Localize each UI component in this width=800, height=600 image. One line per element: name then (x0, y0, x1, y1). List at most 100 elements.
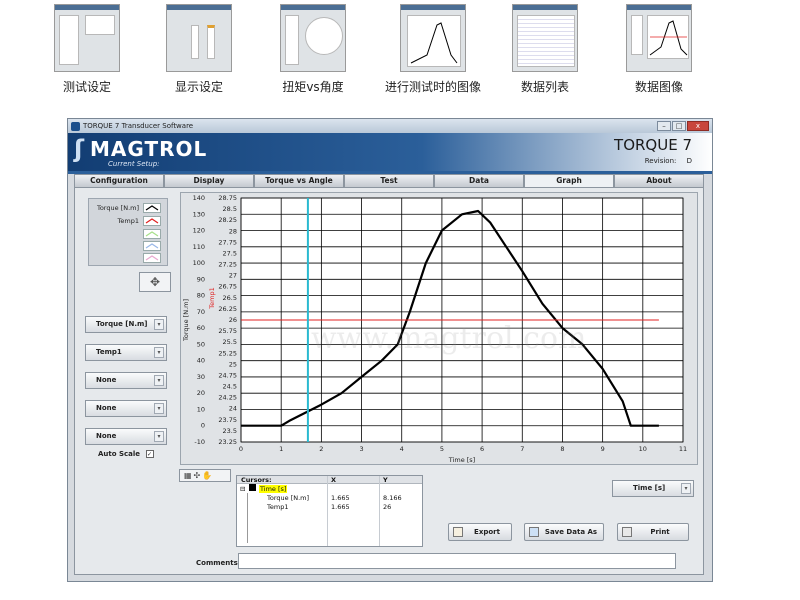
cursor-row[interactable]: Temp1 1.665 26 (237, 502, 422, 511)
tab-data[interactable]: Data (434, 174, 524, 187)
revision-value: D (686, 157, 692, 165)
cursors-header-label: Cursors: (241, 476, 272, 484)
chevron-down-icon[interactable]: ▾ (681, 483, 691, 494)
channel-selector-3[interactable]: None ▾ (85, 372, 167, 389)
tab-about[interactable]: About (614, 174, 704, 187)
plot-tools-palette[interactable]: ▦✣✋ (179, 469, 231, 482)
x-axis-selector[interactable]: Time [s] ▾ (612, 480, 694, 497)
thumbnail-label: 进行测试时的图像 (384, 80, 481, 94)
y-right-tick-label: 24 (229, 405, 237, 413)
x-tick-label: 1 (279, 445, 283, 453)
close-button[interactable]: x (687, 121, 709, 131)
current-setup-label: Current Setup: (108, 160, 160, 168)
y-right-tick-label: 27.5 (223, 249, 237, 257)
chevron-down-icon[interactable]: ▾ (154, 319, 164, 330)
x-axis-selector-value: Time [s] (633, 484, 666, 492)
legend-label: Temp1 (117, 217, 139, 225)
channel-selector-4[interactable]: None ▾ (85, 400, 167, 417)
watermark: www.magtrol.com (311, 321, 586, 356)
cursors-table[interactable]: Cursors: X Y ⊟ Time [s] Torque [N.m] 1.6… (236, 475, 423, 547)
comments-field[interactable] (238, 553, 676, 569)
minimize-button[interactable]: – (657, 121, 671, 131)
y-right-tick-label: 25.75 (218, 327, 237, 335)
cursor-row[interactable]: Torque [N.m] 1.665 8.166 (237, 493, 422, 502)
tab-graph[interactable]: Graph (524, 174, 614, 188)
pan-tool-icon[interactable]: ✥ (139, 272, 171, 292)
tree-connector (247, 493, 248, 543)
channel-selector-1[interactable]: Torque [N.m] ▾ (85, 316, 167, 333)
channel-selector-5[interactable]: None ▾ (85, 428, 167, 445)
maximize-button[interactable]: □ (672, 121, 686, 131)
y-right-tick-label: 28.25 (218, 216, 237, 224)
cursor-row-name: Torque [N.m] (267, 494, 310, 502)
legend-swatch (143, 216, 161, 226)
x-tick-label: 9 (601, 445, 605, 453)
legend-item[interactable] (93, 240, 163, 252)
cursor-group-name: Time [s] (259, 485, 288, 493)
y-left-tick-label: 110 (193, 243, 205, 251)
cursor-row-x: 1.665 (331, 494, 350, 502)
thumbnail-data-list[interactable] (512, 4, 578, 72)
auto-scale-label: Auto Scale (98, 450, 141, 458)
x-tick-label: 10 (639, 445, 647, 453)
x-tick-label: 11 (679, 445, 687, 453)
channel-selector-value: Torque [N.m] (96, 320, 148, 328)
legend-item[interactable] (93, 228, 163, 240)
chevron-down-icon[interactable]: ▾ (154, 431, 164, 442)
y-right-tick-label: 23.75 (218, 416, 237, 424)
channel-selector-value: Temp1 (96, 348, 122, 356)
y-right-tick-label: 24.25 (218, 394, 237, 402)
x-tick-label: 7 (520, 445, 524, 453)
cursor-group-row[interactable]: ⊟ Time [s] (237, 484, 422, 493)
thumbnail-display-setup[interactable] (166, 4, 232, 72)
x-tick-label: 2 (319, 445, 323, 453)
chevron-down-icon[interactable]: ▾ (154, 347, 164, 358)
y-left-tick-label: 40 (197, 357, 205, 365)
save-icon (529, 527, 539, 537)
brand-logo: MAGTROL (90, 137, 208, 161)
tab-configuration[interactable]: Configuration (74, 174, 164, 187)
chevron-down-icon[interactable]: ▾ (154, 375, 164, 386)
legend-item[interactable]: Torque [N.m] (93, 202, 163, 214)
auto-scale-checkbox[interactable]: ✓ (145, 450, 154, 458)
y-right-tick-label: 28.75 (218, 194, 237, 202)
chevron-down-icon[interactable]: ▾ (154, 403, 164, 414)
export-button-label: Export (474, 528, 500, 536)
thumbnail-test-setup[interactable] (54, 4, 120, 72)
cursor-row-name: Temp1 (267, 503, 289, 511)
legend-swatch (143, 253, 161, 263)
cursor-row-x: 1.665 (331, 503, 350, 511)
tab-test[interactable]: Test (344, 174, 434, 187)
save-data-as-button[interactable]: Save Data As (524, 523, 604, 541)
magtrol-logo-icon: ʃ (74, 135, 84, 163)
y-right-tick-label: 26.75 (218, 283, 237, 291)
thumbnail-live-test-graph[interactable] (400, 4, 466, 72)
thumbnail-data-graph[interactable] (626, 4, 692, 72)
tab-bar: Configuration Display Torque vs Angle Te… (74, 174, 704, 188)
channel-selector-2[interactable]: Temp1 ▾ (85, 344, 167, 361)
print-button[interactable]: Print (617, 523, 689, 541)
legend-item[interactable]: Temp1 (93, 215, 163, 227)
y-left-tick-label: 60 (197, 324, 205, 332)
y-right-tick-label: 23.5 (223, 427, 237, 435)
cursors-header-y: Y (383, 476, 388, 484)
torque-temperature-chart[interactable]: 0 1 2 3 4 5 6 7 8 9 10 11 -10 0 10 20 30 40 50 60 70 80 90 100 1… (181, 193, 699, 466)
y-left-tick-label: 90 (197, 275, 205, 283)
thumbnail-torque-vs-angle[interactable] (280, 4, 346, 72)
export-button[interactable]: Export (448, 523, 512, 541)
tab-torque-vs-angle[interactable]: Torque vs Angle (254, 174, 344, 187)
revision: Revision: D (645, 157, 692, 165)
tab-display[interactable]: Display (164, 174, 254, 187)
thumbnail-label: 数据图像 (634, 80, 683, 94)
legend-item[interactable] (93, 252, 163, 264)
expand-icon[interactable]: ⊟ (240, 485, 245, 493)
title-bar: TORQUE 7 Transducer Software – □ x (68, 119, 712, 133)
y-right-tick-label: 23.25 (218, 438, 237, 446)
y-left-tick-label: -10 (194, 438, 205, 446)
y-left-tick-label: 10 (197, 405, 205, 413)
channel-selector-value: None (96, 404, 117, 412)
legend-swatch (143, 241, 161, 251)
y-right-tick-label: 26 (229, 316, 237, 324)
comments-label: Comments (196, 559, 238, 567)
y-left-tick-label: 30 (197, 373, 205, 381)
